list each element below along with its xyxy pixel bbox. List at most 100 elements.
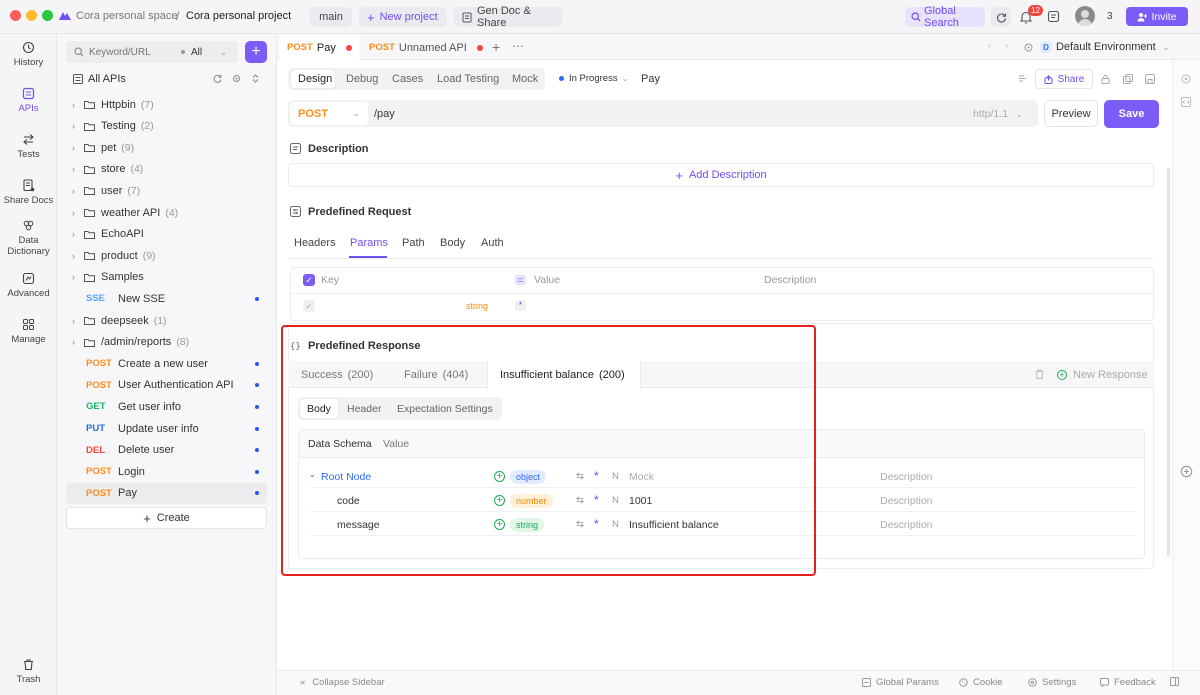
tab-auth[interactable]: Auth (481, 237, 504, 249)
sidebar-search-box[interactable]: All ⌄ (66, 41, 238, 63)
invite-button[interactable]: Invite (1126, 7, 1188, 26)
expand-collapse-icon[interactable] (251, 74, 260, 83)
breadcrumb-space[interactable]: Cora personal space (76, 10, 178, 22)
avatar[interactable] (1075, 6, 1095, 26)
add-description-button[interactable]: + Add Description (288, 163, 1154, 187)
row-checkbox[interactable]: ✓ (303, 300, 315, 312)
sidebar-api-item[interactable]: POST Login (66, 461, 267, 482)
nav-trash[interactable]: Trash (0, 658, 57, 685)
chevron-right-icon[interactable]: › (72, 186, 84, 196)
refresh-icon[interactable] (213, 74, 222, 83)
preview-button[interactable]: Preview (1044, 100, 1098, 127)
sidebar-folder[interactable]: › Samples (66, 267, 267, 288)
schema-description[interactable]: Description (880, 495, 933, 507)
more-tabs-icon[interactable]: ⋯ (512, 39, 524, 53)
sidebar-folder[interactable]: › user (7) (66, 180, 267, 201)
schema-description[interactable]: Description (880, 471, 933, 483)
copy-icon[interactable] (1123, 74, 1133, 84)
chevron-right-icon[interactable]: › (72, 208, 84, 218)
environment-selector[interactable]: D Default Environment ⌄ (1024, 37, 1172, 57)
sidebar-add-button[interactable]: + (245, 41, 267, 63)
method-select[interactable]: POST ⌄ (290, 102, 368, 125)
sync-button[interactable] (991, 7, 1011, 27)
new-tab-plus-icon[interactable]: + (492, 39, 500, 55)
nav-tests[interactable]: Tests (0, 133, 57, 160)
rail-code-icon[interactable] (1181, 97, 1191, 107)
members-count[interactable]: 3 (1107, 11, 1113, 22)
window-maximize-button[interactable] (42, 10, 53, 21)
all-apis-header[interactable]: All APIs (73, 73, 126, 85)
share-button[interactable]: Share (1035, 69, 1093, 89)
sidebar-folder[interactable]: › store (4) (66, 159, 267, 180)
required-star-icon[interactable]: * (515, 300, 526, 311)
sidebar-api-item[interactable]: GET Get user info (66, 396, 267, 417)
filter-select[interactable]: All (191, 47, 202, 58)
select-all-checkbox[interactable]: ✓ (303, 274, 315, 286)
chevron-right-icon[interactable]: › (72, 164, 84, 174)
gen-doc-share-button[interactable]: Gen Doc & Share (454, 5, 562, 29)
tab-path[interactable]: Path (402, 237, 425, 249)
chevron-right-icon[interactable]: › (72, 100, 84, 110)
tab-post-pay[interactable]: POST Pay (280, 35, 359, 60)
notifications-button[interactable]: 12 (1020, 5, 1043, 24)
ai-assistant-icon[interactable] (1180, 465, 1193, 478)
search-input[interactable] (89, 46, 181, 58)
delete-response-icon[interactable] (1035, 369, 1044, 379)
tab-scroll-right-icon[interactable]: › (1005, 40, 1008, 50)
settings-button[interactable]: Settings (1028, 677, 1076, 688)
tab-cases[interactable]: Cases (392, 73, 423, 85)
chevron-right-icon[interactable]: › (72, 337, 84, 347)
window-close-button[interactable] (10, 10, 21, 21)
tab-debug[interactable]: Debug (346, 73, 378, 85)
sidebar-folder[interactable]: › deepseek (1) (66, 310, 267, 331)
tab-headers[interactable]: Headers (294, 237, 336, 249)
feedback-button[interactable]: Feedback (1100, 677, 1156, 688)
cookie-button[interactable]: Cookie (959, 677, 1003, 688)
collapse-sidebar-button[interactable]: « Collapse Sidebar (300, 677, 385, 688)
new-response-button[interactable]: + New Response (1057, 369, 1148, 381)
sidebar-api-item[interactable]: POST User Authentication API (66, 375, 267, 396)
sidebar-api-item[interactable]: POST Create a new user (66, 353, 267, 374)
sidebar-folder[interactable]: › Httpbin (7) (66, 94, 267, 115)
chevron-right-icon[interactable]: › (72, 251, 84, 261)
tab-body[interactable]: Body (440, 237, 465, 249)
window-minimize-button[interactable] (26, 10, 37, 21)
protocol-select[interactable]: http/1.1 ⌄ (973, 108, 1023, 120)
nav-share-docs[interactable]: Share Docs (0, 179, 57, 206)
chevron-right-icon[interactable]: › (72, 272, 84, 282)
new-project-button[interactable]: + New project (359, 7, 447, 27)
nav-manage[interactable]: Manage (0, 318, 57, 345)
branch-selector[interactable]: main (310, 7, 352, 27)
sidebar-folder[interactable]: › product (9) (66, 245, 267, 266)
format-icon[interactable] (1018, 74, 1027, 83)
nav-apis[interactable]: APIs (0, 87, 57, 114)
tab-scroll-left-icon[interactable]: ‹ (988, 40, 991, 50)
save-button[interactable]: Save (1104, 100, 1159, 128)
chevron-right-icon[interactable]: › (72, 121, 84, 131)
sidebar-api-item[interactable]: SSE New SSE (66, 288, 267, 309)
lock-icon[interactable] (1101, 74, 1110, 84)
schema-description[interactable]: Description (880, 519, 933, 531)
sidebar-api-item[interactable]: PUT Update user info (66, 418, 267, 439)
tab-post-unnamed[interactable]: POST Unnamed API (369, 35, 483, 60)
sidebar-api-item[interactable]: DEL Delete user (66, 440, 267, 461)
inbox-button[interactable] (1047, 10, 1060, 23)
scrollbar[interactable] (1167, 168, 1170, 556)
chevron-right-icon[interactable]: › (72, 143, 84, 153)
breadcrumb-project[interactable]: Cora personal project (186, 10, 291, 22)
global-params-button[interactable]: Global Params (862, 677, 939, 688)
param-type[interactable]: string (466, 301, 488, 311)
locate-icon[interactable] (232, 74, 241, 83)
sidebar-folder[interactable]: › Testing (2) (66, 116, 267, 137)
chevron-right-icon[interactable]: › (72, 229, 84, 239)
tab-params[interactable]: Params (350, 237, 388, 249)
nav-advanced[interactable]: Advanced (0, 272, 57, 299)
tab-design[interactable]: Design (298, 73, 332, 85)
sidebar-folder[interactable]: › weather API (4) (66, 202, 267, 223)
tab-mock[interactable]: Mock (512, 73, 538, 85)
sidebar-folder[interactable]: › /admin/reports (8) (66, 332, 267, 353)
status-select[interactable]: In Progress ⌄ (559, 73, 628, 84)
nav-data-dictionary[interactable]: Data Dictionary (0, 219, 57, 257)
nav-history[interactable]: History (0, 41, 57, 68)
global-search-button[interactable]: Global Search (905, 5, 985, 29)
